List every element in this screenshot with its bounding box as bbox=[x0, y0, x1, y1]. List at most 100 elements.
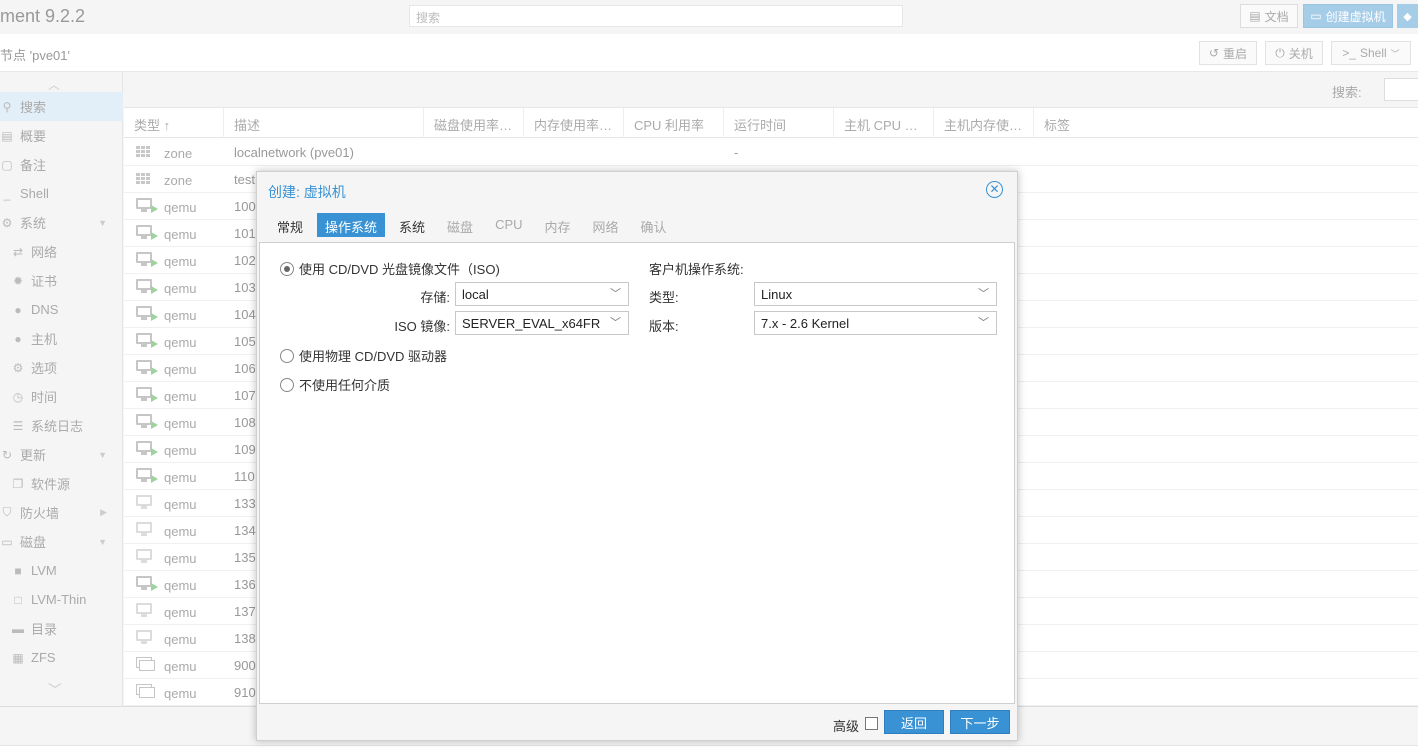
sidebar-item-time[interactable]: ◷ 时间 bbox=[0, 382, 123, 411]
vm-running-icon bbox=[136, 198, 158, 214]
sidebar-item-label: 磁盘 bbox=[20, 535, 47, 550]
advanced-checkbox[interactable] bbox=[865, 717, 878, 730]
iso-radio[interactable] bbox=[280, 261, 294, 276]
physical-drive-radio[interactable] bbox=[280, 348, 294, 363]
row-type: qemu bbox=[164, 416, 197, 431]
os-type-select-value: Linux bbox=[761, 287, 793, 302]
sidebar-item-shell[interactable]: _ Shell bbox=[0, 179, 123, 208]
column-header-description[interactable]: 描述 bbox=[224, 108, 424, 138]
sidebar-item-zfs[interactable]: ▦ ZFS bbox=[0, 643, 123, 672]
os-type-select[interactable]: Linux ﹀ bbox=[754, 282, 997, 306]
sidebar-item-certificates[interactable]: ✹ 证书 bbox=[0, 266, 123, 295]
sidebar-item-label: 网络 bbox=[31, 245, 58, 260]
sidebar-item-notes[interactable]: ▢ 备注 bbox=[0, 150, 123, 179]
close-icon[interactable]: ✕ bbox=[986, 181, 1003, 198]
iso-media-option[interactable]: 使用 CD/DVD 光盘镜像文件（ISO) bbox=[280, 259, 500, 278]
iso-image-select[interactable]: SERVER_EVAL_x64FR ﹀ bbox=[455, 311, 629, 335]
row-type: qemu bbox=[164, 605, 197, 620]
storage-select[interactable]: local ﹀ bbox=[455, 282, 629, 306]
tab-system[interactable]: 系统 bbox=[391, 213, 433, 237]
table-row[interactable]: zone localnetwork (pve01) - bbox=[124, 139, 1418, 166]
sidebar-item-lvm-thin[interactable]: □ LVM-Thin bbox=[0, 585, 123, 614]
node-sidebar: ︿ ⚲ 搜索 ▤ 概要 ▢ 备注 _ Shell ⚙ 系统 ▼ ⇄ 网络 ✹ 证… bbox=[0, 72, 123, 706]
dialog-footer: 高级 返回 下一步 bbox=[257, 706, 1017, 740]
chevron-down-icon[interactable]: ﹀ bbox=[610, 285, 621, 301]
column-header-host-memory[interactable]: 主机内存使… bbox=[934, 108, 1034, 138]
sidebar-item-repositories[interactable]: ❐ 软件源 bbox=[0, 469, 123, 498]
row-type: qemu bbox=[164, 227, 197, 242]
reboot-button[interactable]: ↺ 重启 bbox=[1199, 41, 1257, 65]
row-description: 102 bbox=[234, 253, 256, 268]
column-header-memory-usage[interactable]: 内存使用率… bbox=[524, 108, 624, 138]
row-uptime: - bbox=[734, 145, 739, 160]
grid-search-input[interactable] bbox=[1384, 78, 1418, 101]
sidebar-item-system[interactable]: ⚙ 系统 ▼ bbox=[0, 208, 123, 237]
tab-disks: 磁盘 bbox=[447, 220, 474, 235]
os-version-select-value: 7.x - 2.6 Kernel bbox=[761, 316, 850, 331]
chevron-down-icon[interactable]: ﹀ bbox=[978, 314, 989, 330]
sidebar-item-summary[interactable]: ▤ 概要 bbox=[0, 121, 123, 150]
sidebar-item-hosts[interactable]: ● 主机 bbox=[0, 324, 123, 353]
search-icon: ⚲ bbox=[2, 99, 12, 114]
certificate-icon: ✹ bbox=[12, 273, 24, 288]
column-header-tags[interactable]: 标签 bbox=[1034, 108, 1134, 138]
physical-drive-option[interactable]: 使用物理 CD/DVD 驱动器 bbox=[280, 346, 447, 365]
sidebar-item-disks[interactable]: ▭ 磁盘 ▼ bbox=[0, 527, 123, 556]
create-ct-button[interactable]: ◆ bbox=[1397, 4, 1418, 28]
sidebar-item-label: LVM-Thin bbox=[31, 592, 87, 607]
global-search-input[interactable]: 搜索 bbox=[409, 5, 903, 27]
zone-icon bbox=[136, 171, 154, 187]
chevron-right-icon: ▶ bbox=[100, 507, 107, 517]
tab-os[interactable]: 操作系统 bbox=[317, 213, 386, 237]
grid-toolbar: 搜索: bbox=[124, 72, 1418, 108]
dialog-body: 使用 CD/DVD 光盘镜像文件（ISO) 存储: local ﹀ ISO 镜像… bbox=[259, 242, 1015, 704]
square-outline-icon: □ bbox=[14, 592, 22, 607]
back-button[interactable]: 返回 bbox=[884, 710, 944, 734]
os-version-select[interactable]: 7.x - 2.6 Kernel ﹀ bbox=[754, 311, 997, 335]
shell-button[interactable]: >_ Shell ﹀ bbox=[1331, 41, 1411, 65]
sidebar-item-dns[interactable]: ● DNS bbox=[0, 295, 123, 324]
sidebar-item-label: LVM bbox=[31, 563, 57, 578]
sidebar-item-lvm[interactable]: ■ LVM bbox=[0, 556, 123, 585]
sidebar-item-directory[interactable]: ▬ 目录 bbox=[0, 614, 123, 643]
sidebar-item-label: DNS bbox=[31, 302, 59, 317]
tab-general[interactable]: 常规 bbox=[269, 213, 311, 237]
tab-network: 网络 bbox=[592, 220, 619, 235]
docs-button[interactable]: ▤ 文档 bbox=[1240, 4, 1298, 28]
sidebar-item-firewall[interactable]: ⛉ 防火墙 ▶ bbox=[0, 498, 123, 527]
chevron-down-icon[interactable]: ﹀ bbox=[978, 285, 989, 301]
scroll-up-icon[interactable]: ︿ bbox=[48, 76, 62, 92]
no-media-radio[interactable] bbox=[280, 377, 294, 392]
row-description: 100 bbox=[234, 199, 256, 214]
vm-running-icon bbox=[136, 468, 158, 484]
row-description: 104 bbox=[234, 307, 256, 322]
sidebar-item-options[interactable]: ⚙ 选项 bbox=[0, 353, 123, 382]
column-header-disk-usage[interactable]: 磁盘使用率… bbox=[424, 108, 524, 138]
row-description: 134 bbox=[234, 523, 256, 538]
row-type: qemu bbox=[164, 443, 197, 458]
create-vm-dialog: 创建: 虚拟机 ✕ 常规 操作系统 系统 磁盘 CPU 内存 网络 确认 使用 … bbox=[256, 171, 1018, 741]
sidebar-item-network[interactable]: ⇄ 网络 bbox=[0, 237, 123, 266]
chevron-down-icon[interactable]: ﹀ bbox=[610, 314, 621, 330]
column-header-host-cpu[interactable]: 主机 CPU … bbox=[834, 108, 934, 138]
row-description: 108 bbox=[234, 415, 256, 430]
shield-icon: ⛉ bbox=[2, 505, 12, 519]
undo-icon: ↺ bbox=[1208, 46, 1220, 60]
wizard-tabs: 常规 操作系统 系统 磁盘 CPU 内存 网络 确认 bbox=[269, 213, 681, 237]
sidebar-item-updates[interactable]: ↻ 更新 ▼ bbox=[0, 440, 123, 469]
scroll-down-icon[interactable]: ﹀ bbox=[48, 680, 62, 700]
next-button[interactable]: 下一步 bbox=[950, 710, 1010, 734]
row-type: qemu bbox=[164, 578, 197, 593]
sidebar-item-syslog[interactable]: ☰ 系统日志 bbox=[0, 411, 123, 440]
column-header-uptime[interactable]: 运行时间 bbox=[724, 108, 834, 138]
shutdown-button[interactable]: ⏻ 关机 bbox=[1265, 41, 1323, 65]
column-header-cpu-usage[interactable]: CPU 利用率 bbox=[624, 108, 724, 138]
os-type-label: 类型: bbox=[649, 290, 679, 305]
sidebar-item-label: 选项 bbox=[31, 361, 58, 376]
sidebar-item-search[interactable]: ⚲ 搜索 bbox=[0, 92, 123, 121]
iso-image-label: ISO 镜像: bbox=[394, 319, 450, 334]
no-media-option[interactable]: 不使用任何介质 bbox=[280, 375, 390, 394]
row-type: qemu bbox=[164, 335, 197, 350]
create-vm-button[interactable]: ▭ 创建虚拟机 bbox=[1303, 4, 1393, 28]
column-header-type[interactable]: 类型 ↑ bbox=[124, 108, 224, 138]
